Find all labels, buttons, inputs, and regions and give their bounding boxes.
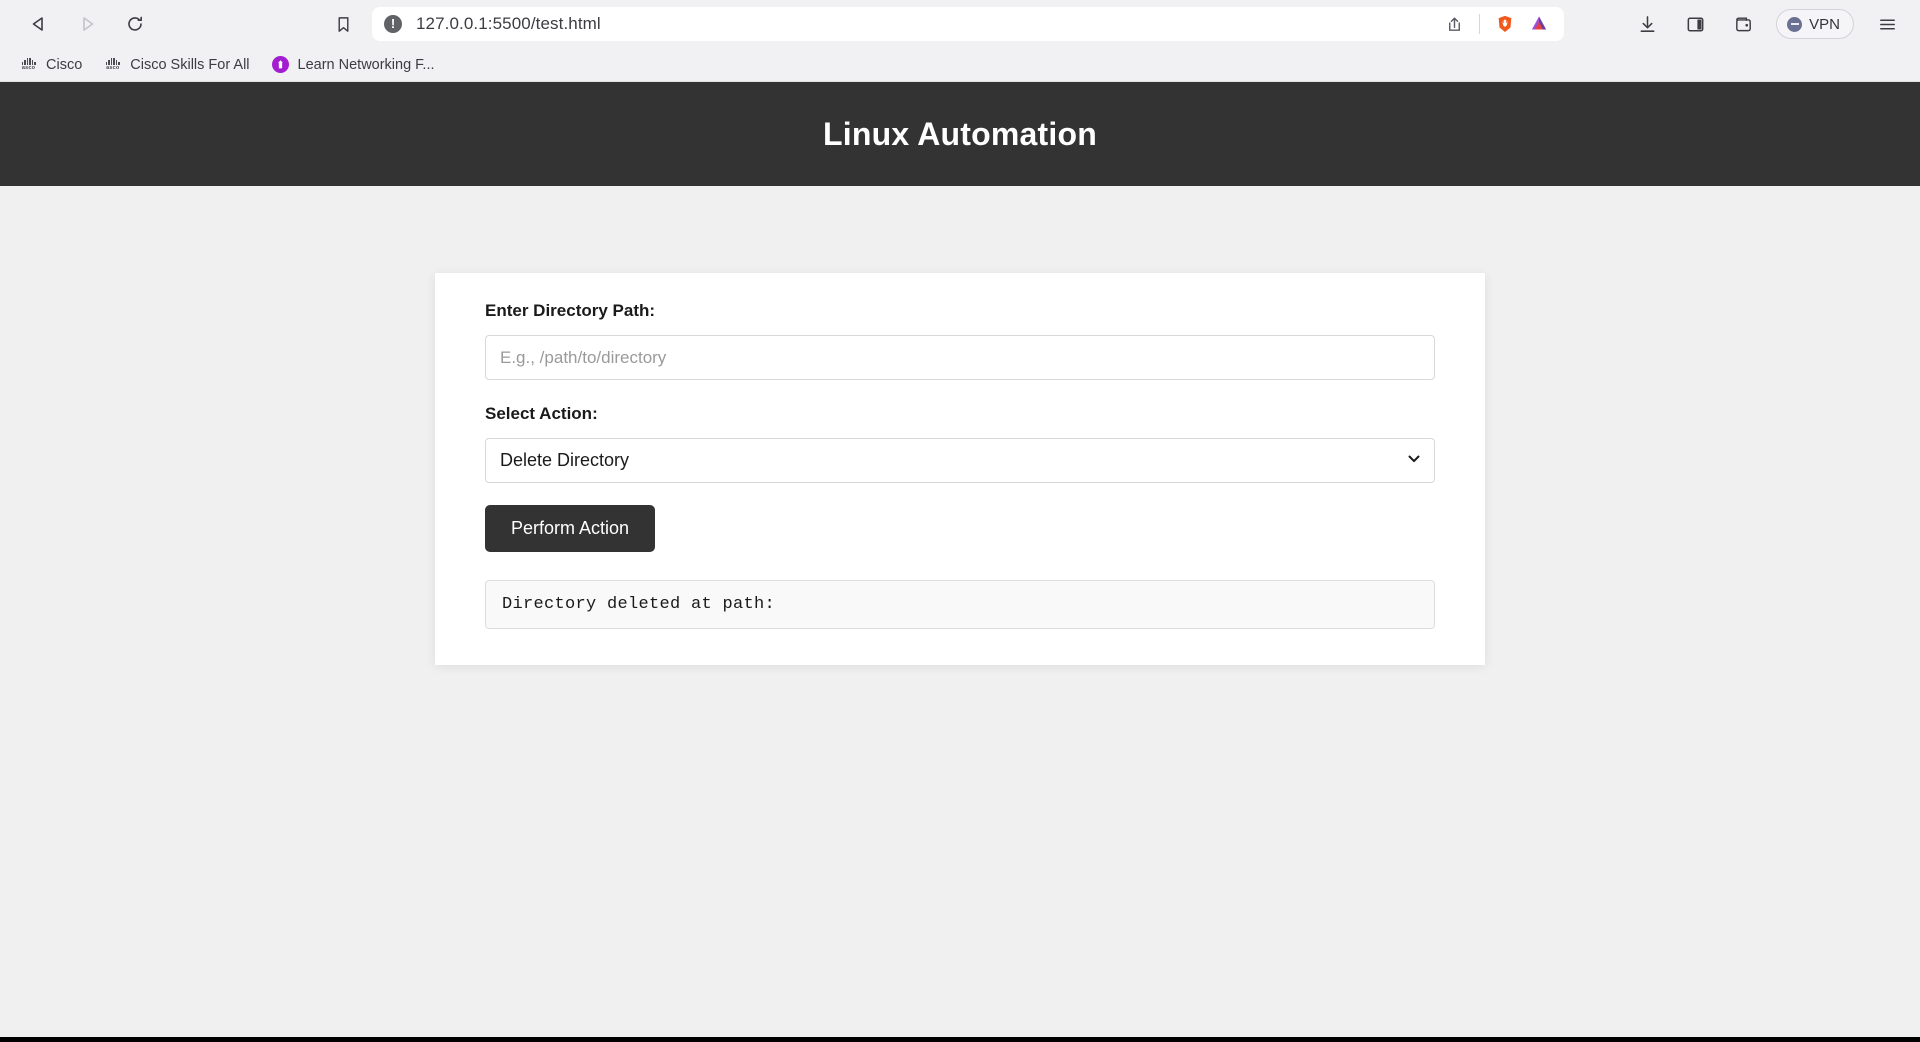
action-select-value: Delete Directory — [500, 450, 630, 470]
vpn-status-icon — [1787, 16, 1803, 32]
bat-triangle-icon — [1531, 16, 1547, 30]
cisco-icon: asco — [20, 57, 37, 72]
toolbar-right-actions: VPN — [1632, 9, 1906, 39]
bookmark-button[interactable] — [326, 7, 360, 41]
vpn-button[interactable]: VPN — [1776, 9, 1854, 39]
bookmark-cisco-skills-for-all[interactable]: asco Cisco Skills For All — [94, 53, 259, 77]
cisco-wordmark: asco — [21, 65, 36, 71]
wallet-icon — [1735, 16, 1751, 31]
share-icon — [1448, 17, 1460, 31]
urlbar-divider — [1479, 14, 1480, 34]
perform-action-button[interactable]: Perform Action — [485, 505, 656, 552]
purple-circle-icon — [271, 56, 289, 73]
bookmark-label: Cisco Skills For All — [130, 56, 250, 73]
automation-form-card: Enter Directory Path: Select Action: Del… — [435, 273, 1485, 665]
downloads-button[interactable] — [1632, 9, 1662, 39]
vpn-label: VPN — [1809, 15, 1840, 33]
back-arrow-icon — [32, 17, 43, 31]
bookmark-icon — [338, 16, 348, 32]
back-button[interactable] — [22, 7, 56, 41]
sidebar-panel-icon — [1687, 17, 1704, 31]
sidebar-toggle-button[interactable] — [1680, 9, 1710, 39]
select-action-label: Select Action: — [485, 404, 598, 423]
directory-path-label: Enter Directory Path: — [485, 301, 656, 320]
page-header-bar: Linux Automation — [0, 82, 1920, 186]
urlbar-actions — [1439, 9, 1554, 39]
url-text: 127.0.0.1:5500/test.html — [416, 14, 601, 33]
reload-icon — [128, 16, 142, 31]
download-icon — [1640, 15, 1655, 32]
output-result-box: Directory deleted at path: — [485, 580, 1435, 629]
page-title: Linux Automation — [823, 115, 1097, 152]
navigation-buttons — [22, 7, 152, 41]
bottom-edge-strip — [0, 1037, 1920, 1042]
action-select-wrap: Delete Directory — [485, 438, 1435, 483]
bookmarks-bar: asco Cisco asco Cisco Skills For All Lea… — [0, 48, 1920, 81]
hamburger-menu-icon — [1879, 18, 1895, 30]
site-security-icon[interactable]: ! — [384, 15, 402, 33]
wallet-button[interactable] — [1728, 9, 1758, 39]
brave-shields-button[interactable] — [1490, 9, 1520, 39]
reload-button[interactable] — [118, 7, 152, 41]
cisco-wordmark: asco — [106, 65, 120, 71]
brave-lion-icon — [1498, 15, 1512, 33]
directory-path-input[interactable] — [485, 335, 1435, 380]
cisco-icon: asco — [104, 57, 121, 72]
brave-rewards-button[interactable] — [1524, 9, 1554, 39]
bookmark-label: Learn Networking F... — [297, 56, 435, 73]
bookmark-label: Cisco — [46, 56, 83, 73]
main-menu-button[interactable] — [1872, 9, 1902, 39]
forward-arrow-icon — [83, 17, 94, 31]
forward-button[interactable] — [70, 7, 104, 41]
bookmark-cisco[interactable]: asco Cisco — [10, 53, 92, 77]
browser-toolbar: ! 127.0.0.1:5500/test.html VPN — [0, 0, 1920, 48]
upload-glyph-icon — [277, 60, 283, 69]
omnibox-area: ! 127.0.0.1:5500/test.html — [326, 7, 1564, 41]
share-button[interactable] — [1439, 9, 1469, 39]
action-select[interactable]: Delete Directory — [485, 438, 1435, 483]
bookmark-learn-networking[interactable]: Learn Networking F... — [262, 52, 445, 77]
browser-chrome: ! 127.0.0.1:5500/test.html VPN asco Cisc… — [0, 0, 1920, 82]
url-bar[interactable]: ! 127.0.0.1:5500/test.html — [372, 7, 1564, 41]
page-viewport: Linux Automation Enter Directory Path: S… — [0, 82, 1920, 1042]
